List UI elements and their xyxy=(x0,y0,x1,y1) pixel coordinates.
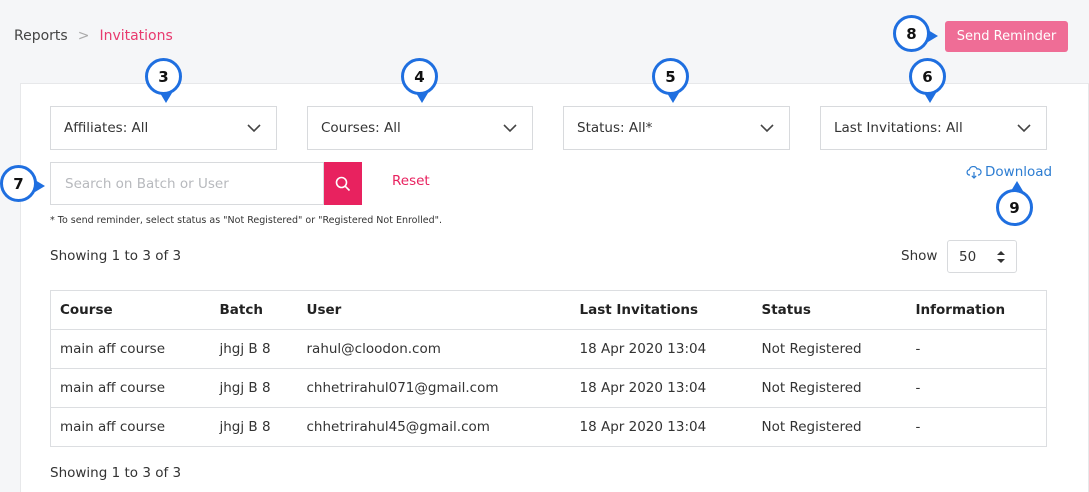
column-header-status: Status xyxy=(752,290,907,330)
reset-link[interactable]: Reset xyxy=(392,173,430,189)
breadcrumb-invitations: Invitations xyxy=(99,28,173,44)
cell-last-invitation: 18 Apr 2020 13:04 xyxy=(570,329,753,369)
column-header-last-invitations: Last Invitations xyxy=(570,290,753,330)
affiliates-filter[interactable]: Affiliates: All xyxy=(50,106,277,150)
column-header-batch: Batch xyxy=(210,290,298,330)
cell-status: Not Registered xyxy=(752,368,907,408)
cell-batch: jhgj B 8 xyxy=(210,368,298,408)
annotation-marker-5: 5 xyxy=(652,58,689,103)
chevron-down-icon xyxy=(503,124,517,133)
annotation-marker-8: 8 xyxy=(893,15,938,52)
cell-batch: jhgj B 8 xyxy=(210,329,298,369)
chevron-down-icon xyxy=(760,124,774,133)
affiliates-filter-label: Affiliates: All xyxy=(64,120,149,136)
annotation-marker-6: 6 xyxy=(909,58,946,103)
breadcrumb-reports[interactable]: Reports xyxy=(14,28,68,44)
search-icon xyxy=(335,176,351,191)
cell-user: chhetrirahul071@gmail.com xyxy=(297,368,571,408)
status-filter-label: Status: All* xyxy=(577,120,653,136)
download-label: Download xyxy=(985,164,1053,180)
cloud-download-icon xyxy=(966,165,982,179)
showing-count-top: Showing 1 to 3 of 3 xyxy=(50,248,182,264)
search-input[interactable] xyxy=(50,162,324,205)
status-filter[interactable]: Status: All* xyxy=(563,106,790,150)
cell-last-invitation: 18 Apr 2020 13:04 xyxy=(570,368,753,408)
reminder-note: * To send reminder, select status as "No… xyxy=(50,215,443,226)
column-header-course: Course xyxy=(50,290,211,330)
cell-course: main aff course xyxy=(50,368,211,408)
table-row: main aff course jhgj B 8 chhetrirahul071… xyxy=(50,368,1047,408)
chevron-down-icon xyxy=(1017,124,1031,133)
table-header-row: Course Batch User Last Invitations Statu… xyxy=(50,290,1047,330)
cell-user: rahul@cloodon.com xyxy=(297,329,571,369)
annotation-marker-4: 4 xyxy=(401,58,438,103)
breadcrumb: Reports > Invitations xyxy=(14,28,173,44)
cell-information: - xyxy=(906,329,1047,369)
page-size-label: Show xyxy=(901,248,938,264)
cell-user: chhetrirahul45@gmail.com xyxy=(297,407,571,447)
send-reminder-button[interactable]: Send Reminder xyxy=(945,21,1068,52)
download-link[interactable]: Download xyxy=(966,164,1052,180)
search-button[interactable] xyxy=(324,162,362,205)
table-row: main aff course jhgj B 8 chhetrirahul45@… xyxy=(50,407,1047,447)
breadcrumb-separator: > xyxy=(77,28,90,44)
cell-status: Not Registered xyxy=(752,407,907,447)
cell-course: main aff course xyxy=(50,407,211,447)
cell-information: - xyxy=(906,407,1047,447)
column-header-information: Information xyxy=(906,290,1047,330)
annotation-marker-7: 7 xyxy=(0,165,45,202)
cell-information: - xyxy=(906,368,1047,408)
page-size-value: 50 xyxy=(959,248,977,265)
showing-count-bottom: Showing 1 to 3 of 3 xyxy=(50,465,182,481)
column-header-user: User xyxy=(297,290,571,330)
chevron-down-icon xyxy=(247,124,261,133)
last-invitations-filter-label: Last Invitations: All xyxy=(834,120,963,136)
table-row: main aff course jhgj B 8 rahul@cloodon.c… xyxy=(50,329,1047,369)
sort-arrows-icon xyxy=(997,251,1005,263)
cell-batch: jhgj B 8 xyxy=(210,407,298,447)
annotation-marker-9: 9 xyxy=(996,181,1033,226)
cell-status: Not Registered xyxy=(752,329,907,369)
last-invitations-filter[interactable]: Last Invitations: All xyxy=(820,106,1047,150)
courses-filter-label: Courses: All xyxy=(321,120,401,136)
cell-last-invitation: 18 Apr 2020 13:04 xyxy=(570,407,753,447)
courses-filter[interactable]: Courses: All xyxy=(307,106,533,150)
invitations-table: Course Batch User Last Invitations Statu… xyxy=(50,290,1047,447)
cell-course: main aff course xyxy=(50,329,211,369)
annotation-marker-3: 3 xyxy=(145,58,182,103)
page-size-select[interactable]: 50 xyxy=(947,240,1017,273)
